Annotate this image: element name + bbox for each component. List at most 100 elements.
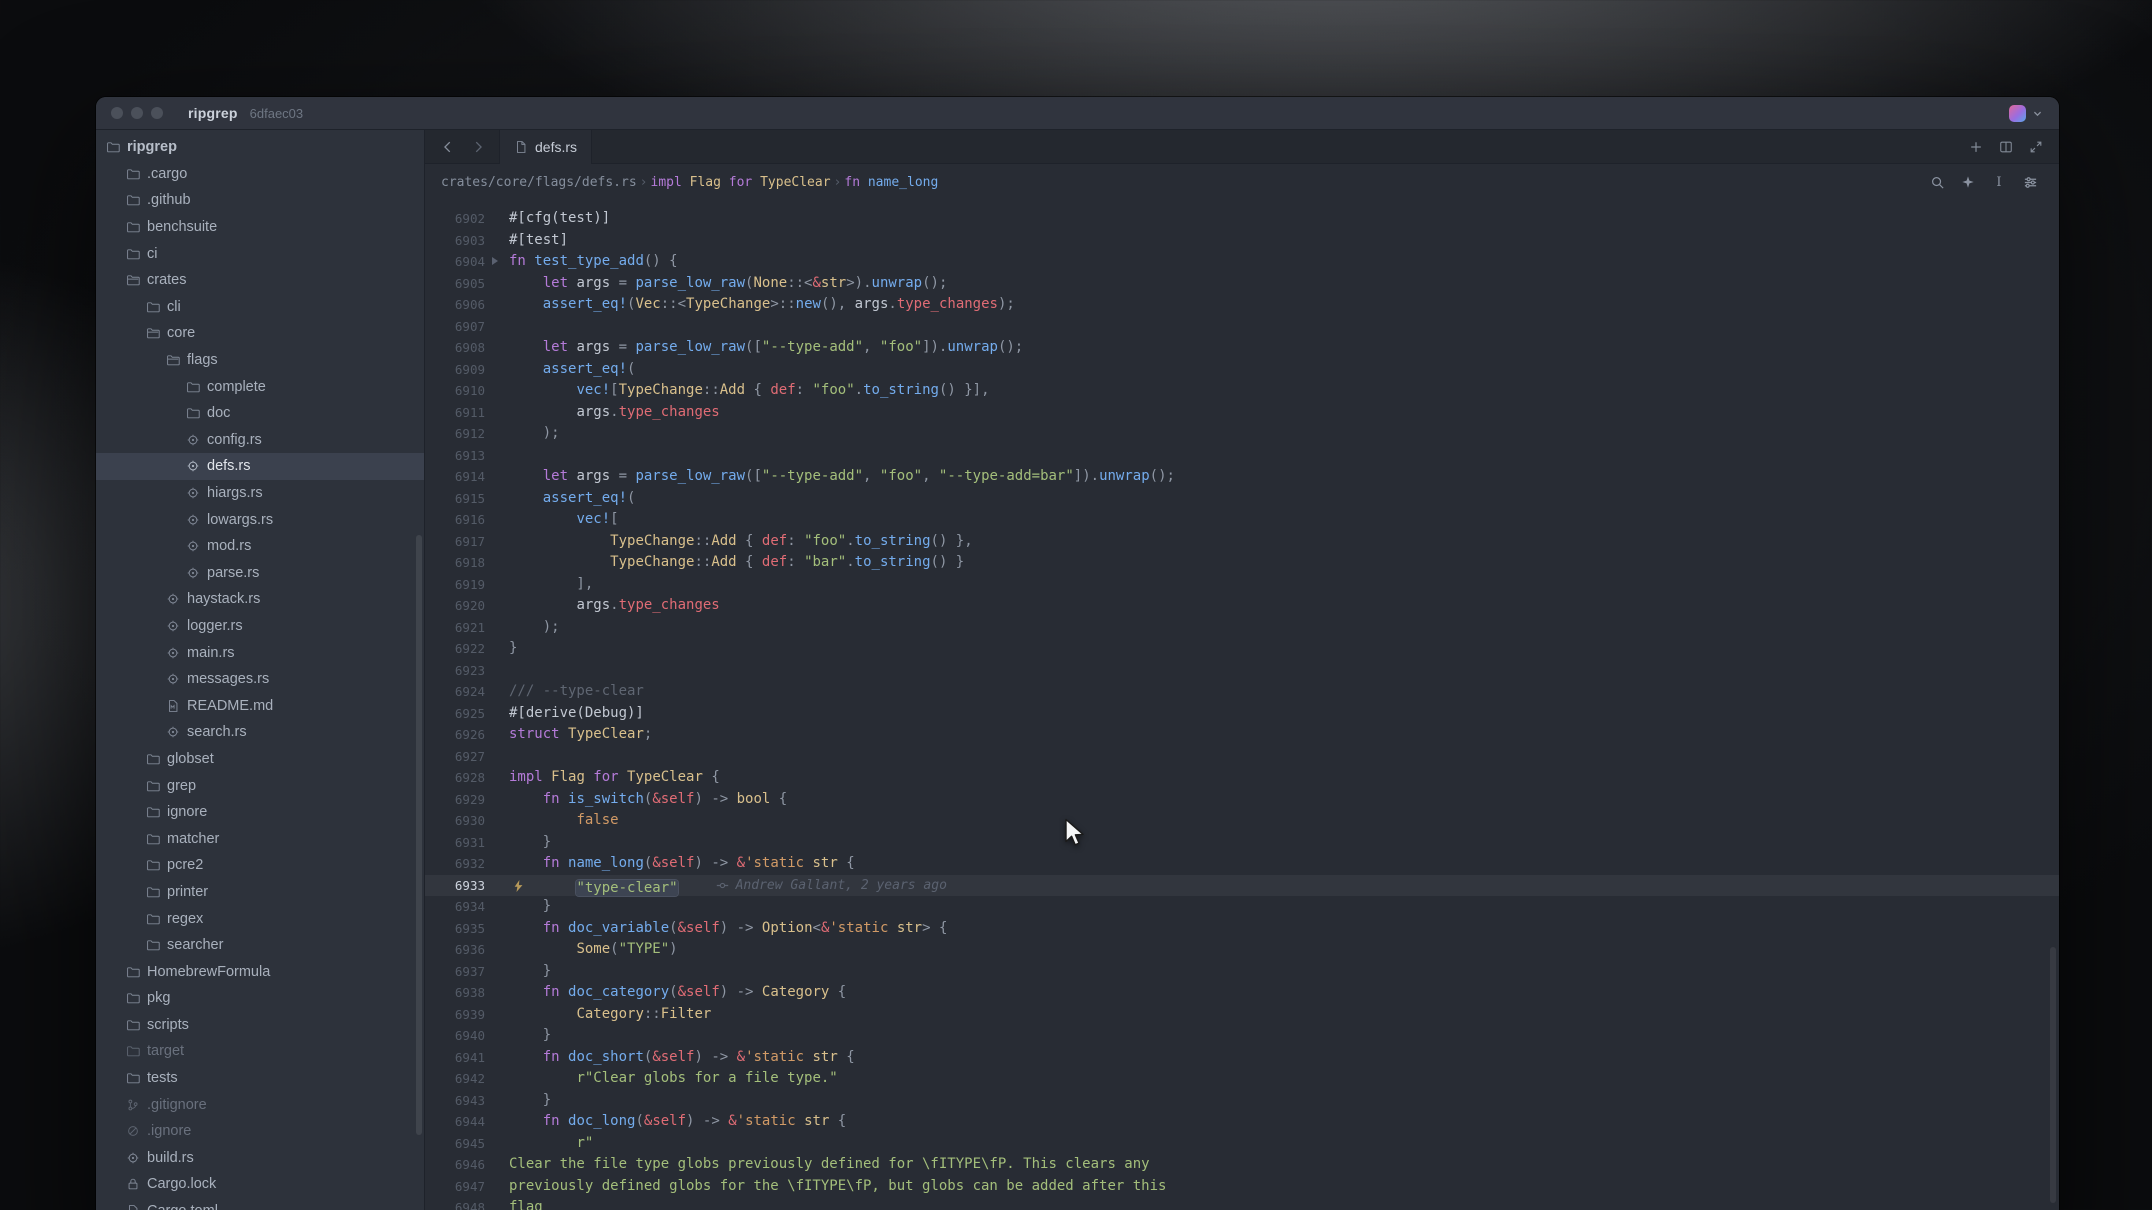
- code-line-6921[interactable]: 6921 );: [425, 617, 2059, 639]
- nav-forward-button[interactable]: [465, 134, 491, 160]
- code-line-6904[interactable]: 6904fn test_type_add() {: [425, 251, 2059, 273]
- sidebar-item--ignore[interactable]: .ignore: [96, 1118, 424, 1145]
- sidebar-item-pkg[interactable]: pkg: [96, 985, 424, 1012]
- editor-controls-button[interactable]: [2019, 171, 2041, 193]
- code-line-6922[interactable]: 6922}: [425, 638, 2059, 660]
- user-avatar[interactable]: [2009, 105, 2026, 122]
- new-tab-button[interactable]: [1963, 134, 1989, 160]
- code-line-6932[interactable]: 6932 fn name_long(&self) -> &'static str…: [425, 853, 2059, 875]
- code-line-6908[interactable]: 6908 let args = parse_low_raw(["--type-a…: [425, 337, 2059, 359]
- code-line-6935[interactable]: 6935 fn doc_variable(&self) -> Option<&'…: [425, 918, 2059, 940]
- code-line-6944[interactable]: 6944 fn doc_long(&self) -> &'static str …: [425, 1111, 2059, 1133]
- code-line-6910[interactable]: 6910 vec![TypeChange::Add { def: "foo".t…: [425, 380, 2059, 402]
- code-line-6909[interactable]: 6909 assert_eq!(: [425, 359, 2059, 381]
- code-line-6918[interactable]: 6918 TypeChange::Add { def: "bar".to_str…: [425, 552, 2059, 574]
- code-line-6947[interactable]: 6947previously defined globs for the \fI…: [425, 1176, 2059, 1198]
- sidebar-item-printer[interactable]: printer: [96, 879, 424, 906]
- sidebar-item-cli[interactable]: cli: [96, 294, 424, 321]
- sidebar-item-searcher[interactable]: searcher: [96, 932, 424, 959]
- sidebar-item-regex[interactable]: regex: [96, 905, 424, 932]
- editor-scrollbar[interactable]: [2050, 947, 2056, 1203]
- code-line-6923[interactable]: 6923: [425, 660, 2059, 682]
- sidebar-item-crates[interactable]: crates: [96, 267, 424, 294]
- sidebar-item--github[interactable]: .github: [96, 187, 424, 214]
- code-line-6920[interactable]: 6920 args.type_changes: [425, 595, 2059, 617]
- code-line-6912[interactable]: 6912 );: [425, 423, 2059, 445]
- sidebar-item-build-rs[interactable]: build.rs: [96, 1145, 424, 1172]
- minimize-button[interactable]: [131, 107, 143, 119]
- code-line-6902[interactable]: 6902#[cfg(test)]: [425, 208, 2059, 230]
- code-line-6919[interactable]: 6919 ],: [425, 574, 2059, 596]
- sidebar-item-readme-md[interactable]: README.md: [96, 692, 424, 719]
- split-pane-button[interactable]: [1993, 134, 2019, 160]
- breadcrumb-segment[interactable]: impl: [651, 175, 690, 190]
- code-line-6925[interactable]: 6925#[derive(Debug)]: [425, 703, 2059, 725]
- sidebar-item-ripgrep[interactable]: ripgrep: [96, 134, 424, 161]
- inline-assist-button[interactable]: [1957, 171, 1979, 193]
- code-line-6936[interactable]: 6936 Some("TYPE"): [425, 939, 2059, 961]
- code-line-6915[interactable]: 6915 assert_eq!(: [425, 488, 2059, 510]
- code-line-6939[interactable]: 6939 Category::Filter: [425, 1004, 2059, 1026]
- code-line-6911[interactable]: 6911 args.type_changes: [425, 402, 2059, 424]
- buffer-search-button[interactable]: [1926, 171, 1948, 193]
- sidebar-item-ci[interactable]: ci: [96, 240, 424, 267]
- sidebar-item-grep[interactable]: grep: [96, 772, 424, 799]
- chevron-down-icon[interactable]: [2032, 108, 2043, 119]
- sidebar-item-tests[interactable]: tests: [96, 1065, 424, 1092]
- sidebar-item-parse-rs[interactable]: parse.rs: [96, 560, 424, 587]
- sidebar-item-target[interactable]: target: [96, 1038, 424, 1065]
- code-line-6938[interactable]: 6938 fn doc_category(&self) -> Category …: [425, 982, 2059, 1004]
- code-line-6942[interactable]: 6942 r"Clear globs for a file type.": [425, 1068, 2059, 1090]
- code-line-6926[interactable]: 6926struct TypeClear;: [425, 724, 2059, 746]
- titlebar[interactable]: ripgrep 6dfaec03: [96, 97, 2059, 130]
- sidebar-item-benchsuite[interactable]: benchsuite: [96, 214, 424, 241]
- project-name[interactable]: ripgrep: [188, 105, 238, 121]
- fold-marker-icon[interactable]: [491, 256, 499, 266]
- sidebar-item-scripts[interactable]: scripts: [96, 1012, 424, 1039]
- code-line-6903[interactable]: 6903#[test]: [425, 230, 2059, 252]
- nav-back-button[interactable]: [435, 134, 461, 160]
- code-line-6916[interactable]: 6916 vec![: [425, 509, 2059, 531]
- code-line-6946[interactable]: 6946Clear the file type globs previously…: [425, 1154, 2059, 1176]
- zoom-button[interactable]: [151, 107, 163, 119]
- code-action-bolt-icon[interactable]: [513, 879, 524, 893]
- code-line-6940[interactable]: 6940 }: [425, 1025, 2059, 1047]
- sidebar-item-cargo-toml[interactable]: Cargo.toml: [96, 1198, 424, 1210]
- sidebar-item-logger-rs[interactable]: logger.rs: [96, 613, 424, 640]
- breadcrumb-segment[interactable]: crates/core/flags/defs.rs: [441, 175, 637, 190]
- code-line-6928[interactable]: 6928impl Flag for TypeClear {: [425, 767, 2059, 789]
- sidebar-item-haystack-rs[interactable]: haystack.rs: [96, 586, 424, 613]
- sidebar-item-complete[interactable]: complete: [96, 373, 424, 400]
- git-commit-label[interactable]: 6dfaec03: [250, 106, 304, 121]
- code-line-6913[interactable]: 6913: [425, 445, 2059, 467]
- code-line-6937[interactable]: 6937 }: [425, 961, 2059, 983]
- code-line-6930[interactable]: 6930 false: [425, 810, 2059, 832]
- breadcrumb-segment[interactable]: name_long: [868, 175, 938, 190]
- editor[interactable]: 6902#[cfg(test)]6903#[test]6904fn test_t…: [425, 200, 2059, 1210]
- sidebar-item-homebrewformula[interactable]: HomebrewFormula: [96, 958, 424, 985]
- code-line-6917[interactable]: 6917 TypeChange::Add { def: "foo".to_str…: [425, 531, 2059, 553]
- maximize-pane-button[interactable]: [2023, 134, 2049, 160]
- sidebar-item-pcre2[interactable]: pcre2: [96, 852, 424, 879]
- code-line-6948[interactable]: 6948flag: [425, 1197, 2059, 1210]
- code-line-6927[interactable]: 6927: [425, 746, 2059, 768]
- sidebar-item-globset[interactable]: globset: [96, 746, 424, 773]
- tab-defs-rs[interactable]: defs.rs: [499, 130, 592, 164]
- sidebar-item-config-rs[interactable]: config.rs: [96, 427, 424, 454]
- sidebar-item-doc[interactable]: doc: [96, 400, 424, 427]
- code-line-6945[interactable]: 6945 r": [425, 1133, 2059, 1155]
- breadcrumb-segment[interactable]: Flag: [690, 175, 721, 190]
- code-line-6943[interactable]: 6943 }: [425, 1090, 2059, 1112]
- sidebar-item-defs-rs[interactable]: defs.rs: [96, 453, 424, 480]
- cursor-mode-indicator[interactable]: I: [1988, 171, 2010, 193]
- code-line-6931[interactable]: 6931 }: [425, 832, 2059, 854]
- code-line-6906[interactable]: 6906 assert_eq!(Vec::<TypeChange>::new()…: [425, 294, 2059, 316]
- sidebar-item-matcher[interactable]: matcher: [96, 825, 424, 852]
- code-line-6941[interactable]: 6941 fn doc_short(&self) -> &'static str…: [425, 1047, 2059, 1069]
- breadcrumb-segment[interactable]: fn: [844, 175, 867, 190]
- sidebar-item-hiargs-rs[interactable]: hiargs.rs: [96, 480, 424, 507]
- code-line-6924[interactable]: 6924/// --type-clear: [425, 681, 2059, 703]
- code-line-6933[interactable]: 6933 "type-clear"Andrew Gallant, 2 years…: [425, 875, 2059, 897]
- sidebar-item-main-rs[interactable]: main.rs: [96, 639, 424, 666]
- sidebar-item-core[interactable]: core: [96, 320, 424, 347]
